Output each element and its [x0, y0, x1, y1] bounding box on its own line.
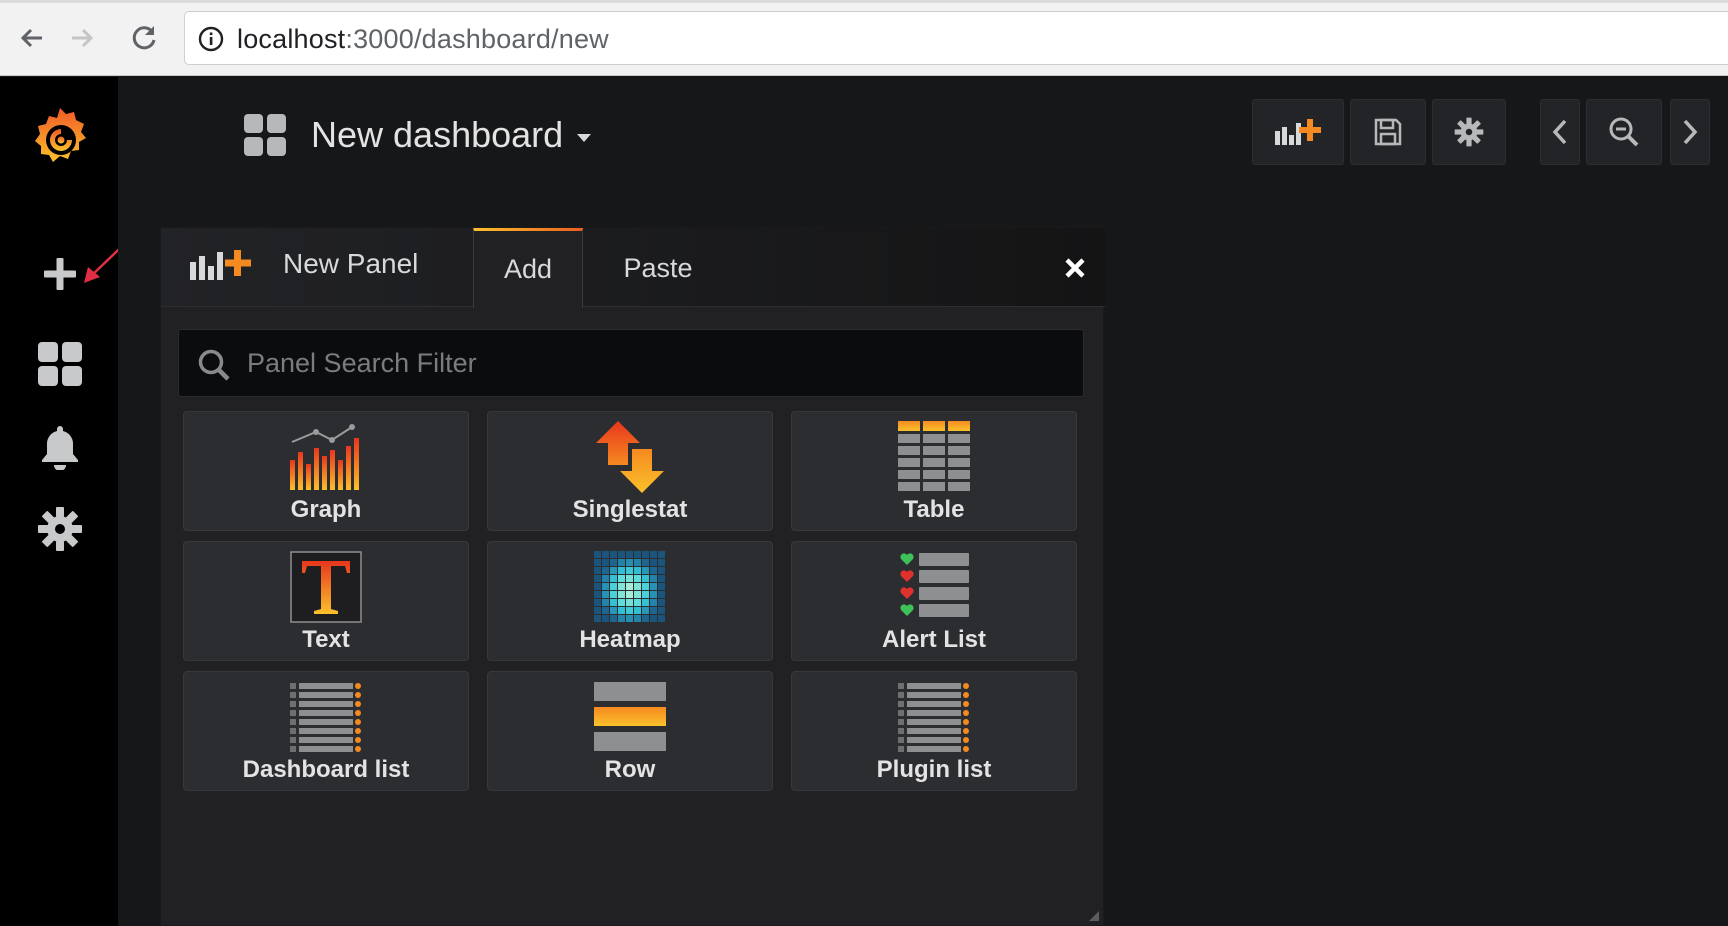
panel-type-label: Graph: [290, 496, 362, 523]
new-panel-title: New Panel: [189, 246, 418, 282]
panel-type-heatmap[interactable]: Heatmap: [487, 541, 773, 661]
reload-button[interactable]: [126, 18, 162, 58]
grafana-logo[interactable]: [25, 97, 95, 177]
side-menu: [0, 77, 139, 926]
url-text: localhost:3000/dashboard/new: [237, 24, 609, 55]
dashboard-area: New dashboard New Panel Add Paste Panel …: [118, 77, 1728, 926]
time-shift-forward-button[interactable]: [1670, 99, 1710, 165]
search-icon: [198, 349, 230, 381]
url-host: localhost: [237, 24, 346, 54]
panel-type-row[interactable]: Row: [487, 671, 773, 791]
add-panel-button[interactable]: [1252, 99, 1344, 165]
sidebar-item-alerting[interactable]: [25, 415, 95, 479]
dashboard-settings-button[interactable]: [1432, 99, 1506, 165]
panel-type-singlestat[interactable]: Singlestat: [487, 411, 773, 531]
caret-down-icon: [577, 134, 592, 142]
panel-type-label: Alert List: [881, 626, 986, 653]
page-title: New dashboard: [311, 114, 564, 155]
panel-type-label: Plugin list: [876, 756, 992, 783]
dashboard-grid-icon: [244, 114, 286, 156]
singlestat-icon: [596, 421, 664, 493]
panel-type-graph[interactable]: Graph: [183, 411, 469, 531]
panel-type-dashboard-list[interactable]: Dashboard list: [183, 671, 469, 791]
back-arrow-icon: [20, 28, 42, 48]
browser-tab-strip: [0, 0, 1728, 3]
sidebar-item-configuration[interactable]: [25, 497, 95, 561]
zoom-out-icon: [1609, 117, 1639, 147]
tab-add[interactable]: Add: [473, 228, 583, 308]
browser-toolbar: localhost:3000/dashboard/new: [0, 0, 1728, 76]
table-icon: [898, 421, 970, 491]
address-bar[interactable]: localhost:3000/dashboard/new: [184, 11, 1728, 65]
bell-icon: [42, 426, 78, 470]
sidebar-item-create[interactable]: [25, 242, 95, 306]
row-icon: [594, 682, 666, 751]
panel-type-label: Heatmap: [579, 626, 681, 653]
text-icon: [290, 551, 362, 623]
plugin-list-icon: [898, 683, 969, 752]
dashboard-picker[interactable]: New dashboard: [243, 107, 592, 163]
tab-add-label: Add: [503, 254, 553, 284]
add-panel-widget: New Panel Add Paste Graph: [160, 227, 1105, 926]
grafana-logo-icon: [35, 108, 86, 162]
chevron-left-icon: [1552, 119, 1567, 145]
save-dashboard-button[interactable]: [1350, 99, 1426, 165]
plus-icon: [44, 258, 76, 290]
time-shift-back-button[interactable]: [1540, 99, 1580, 165]
heatmap-icon: [594, 551, 665, 622]
panel-type-text[interactable]: Text: [183, 541, 469, 661]
tab-paste[interactable]: Paste: [593, 228, 723, 308]
back-button[interactable]: [14, 18, 50, 58]
add-panel-icon: [1275, 119, 1321, 145]
save-icon: [1374, 118, 1402, 146]
forward-arrow-icon: [72, 28, 94, 48]
reload-icon: [132, 26, 156, 50]
add-panel-icon: [190, 250, 251, 280]
panel-header-title: New Panel: [283, 248, 419, 279]
gear-icon: [38, 507, 82, 551]
panel-type-label: Row: [604, 756, 656, 783]
panel-type-plugin-list[interactable]: Plugin list: [791, 671, 1077, 791]
forward-button[interactable]: [64, 18, 100, 58]
alert-list-icon: [900, 553, 969, 617]
site-info-icon[interactable]: [197, 25, 225, 58]
panel-type-label: Singlestat: [572, 496, 688, 523]
chevron-right-icon: [1683, 119, 1698, 145]
panel-type-label: Table: [903, 496, 965, 523]
zoom-out-button[interactable]: [1586, 99, 1662, 165]
panel-type-label: Text: [302, 626, 350, 653]
sidebar-item-dashboards[interactable]: [25, 332, 95, 396]
dashboards-grid-icon: [38, 342, 82, 386]
panel-type-label: Dashboard list: [242, 756, 410, 783]
close-panel-button[interactable]: [1059, 252, 1091, 284]
gear-icon: [1454, 117, 1484, 147]
url-path: :3000/dashboard/new: [345, 24, 609, 54]
panel-type-table[interactable]: Table: [791, 411, 1077, 531]
panel-search-input[interactable]: [247, 330, 1067, 396]
graph-icon: [290, 424, 359, 490]
tab-paste-label: Paste: [623, 252, 693, 283]
panel-type-alert-list[interactable]: Alert List: [791, 541, 1077, 661]
dashboard-list-icon: [290, 683, 361, 752]
close-icon: [1065, 258, 1085, 278]
resize-handle-icon[interactable]: [1089, 911, 1099, 921]
panel-search: [178, 329, 1084, 397]
panel-header: New Panel Add Paste: [161, 228, 1105, 308]
